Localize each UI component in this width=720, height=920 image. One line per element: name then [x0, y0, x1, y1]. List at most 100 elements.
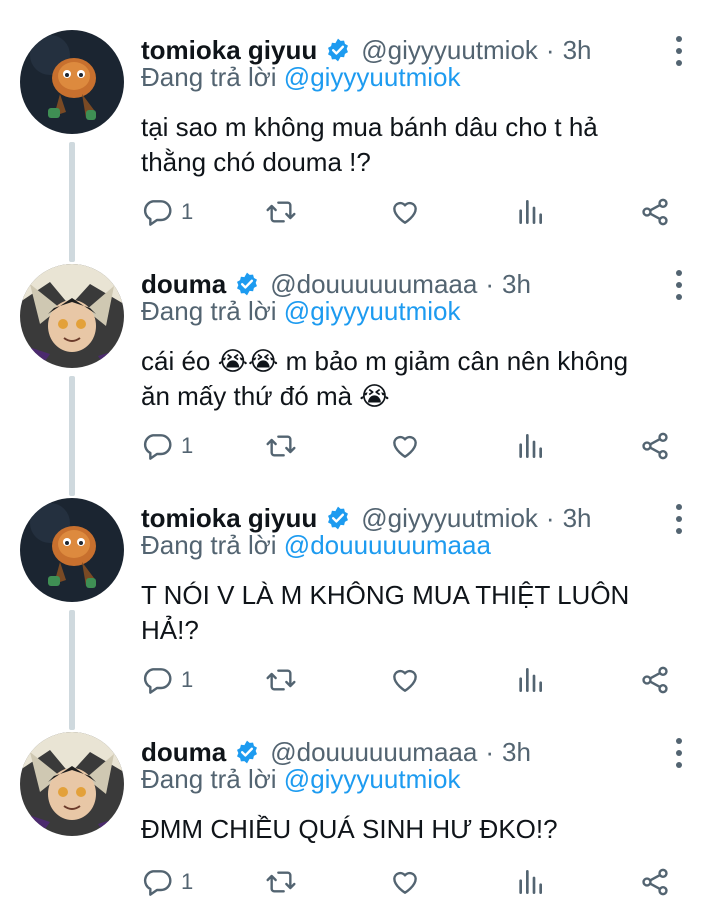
tweet-text: ĐMM CHIỀU QUÁ SINH HƯ ĐKO!? [141, 814, 558, 844]
separator-dot: · [545, 502, 555, 533]
reply-button[interactable]: 1 [141, 866, 193, 898]
retweet-button[interactable] [265, 866, 297, 898]
tweet-text-part: cái éo [141, 346, 218, 376]
verified-badge-icon [234, 739, 260, 765]
separator-dot: · [485, 736, 495, 767]
reply-mention[interactable]: @giyyyuutmiok [284, 62, 461, 92]
crying-emoji: 😭 [359, 381, 390, 411]
replying-prefix: Đang trả lời [141, 530, 277, 560]
tweet-text: cái éo 😭😭 m bảo m giảm cân nên không ăn … [141, 344, 681, 414]
tweet[interactable]: douma @douuuuuumaaa · 3h Đang trả lời @g… [0, 732, 720, 920]
avatar[interactable] [20, 498, 124, 602]
tweet-text: T NÓI V LÀ M KHÔNG MUA THIỆT LUÔN HẢ!? [141, 580, 630, 645]
more-icon[interactable] [672, 36, 686, 66]
views-icon [514, 430, 546, 462]
retweet-icon [265, 430, 297, 462]
timestamp[interactable]: 3h [563, 503, 592, 534]
display-name[interactable]: douma [141, 269, 226, 300]
user-handle[interactable]: @douuuuuumaaa [270, 269, 477, 300]
views-button[interactable] [514, 196, 546, 228]
separator-dot: · [545, 34, 555, 65]
avatar[interactable] [20, 732, 124, 836]
reply-icon [141, 430, 173, 462]
like-icon [389, 664, 421, 696]
action-bar: 1 [141, 430, 681, 470]
share-button[interactable] [639, 196, 671, 228]
more-icon[interactable] [672, 270, 686, 300]
action-bar: 1 [141, 664, 681, 704]
views-icon [514, 664, 546, 696]
giyuu-avatar-icon [20, 30, 124, 134]
retweet-icon [265, 664, 297, 696]
share-icon [639, 664, 671, 696]
like-button[interactable] [389, 664, 421, 696]
reply-mention[interactable]: @douuuuuumaaa [284, 530, 491, 560]
views-button[interactable] [514, 430, 546, 462]
retweet-button[interactable] [265, 196, 297, 228]
retweet-icon [265, 196, 297, 228]
display-name[interactable]: tomioka giyuu [141, 35, 317, 66]
timestamp[interactable]: 3h [563, 35, 592, 66]
views-button[interactable] [514, 664, 546, 696]
reply-mention[interactable]: @giyyyuutmiok [284, 764, 461, 794]
retweet-button[interactable] [265, 664, 297, 696]
display-name[interactable]: tomioka giyuu [141, 503, 317, 534]
user-handle[interactable]: @giyyyuutmiok [361, 503, 538, 534]
reply-button[interactable]: 1 [141, 196, 193, 228]
reply-mention[interactable]: @giyyyuutmiok [284, 296, 461, 326]
like-button[interactable] [389, 430, 421, 462]
share-button[interactable] [639, 866, 671, 898]
verified-badge-icon [325, 505, 351, 531]
reply-count: 1 [181, 667, 194, 692]
like-icon [389, 430, 421, 462]
reply-button[interactable]: 1 [141, 430, 193, 462]
crying-emoji: 😭😭 [217, 346, 279, 376]
avatar[interactable] [20, 30, 124, 134]
replying-prefix: Đang trả lời [141, 764, 277, 794]
reply-count: 1 [181, 433, 194, 458]
like-icon [389, 866, 421, 898]
user-handle[interactable]: @douuuuuumaaa [270, 737, 477, 768]
share-button[interactable] [639, 664, 671, 696]
verified-badge-icon [325, 37, 351, 63]
display-name[interactable]: douma [141, 737, 226, 768]
replying-prefix: Đang trả lời [141, 296, 277, 326]
giyuu-avatar-icon [20, 498, 124, 602]
tweet-text: tại sao m không mua bánh dâu cho t hả th… [141, 112, 598, 177]
more-icon[interactable] [672, 738, 686, 768]
user-handle[interactable]: @giyyyuutmiok [361, 35, 538, 66]
retweet-button[interactable] [265, 430, 297, 462]
views-icon [514, 196, 546, 228]
tweet[interactable]: tomioka giyuu @giyyyuutmiok · 3h Đang tr… [0, 30, 720, 260]
retweet-icon [265, 866, 297, 898]
views-button[interactable] [514, 866, 546, 898]
action-bar: 1 [141, 866, 681, 906]
douma-avatar-icon [20, 264, 124, 368]
reply-icon [141, 866, 173, 898]
share-icon [639, 430, 671, 462]
timestamp[interactable]: 3h [502, 737, 531, 768]
share-icon [639, 866, 671, 898]
replying-prefix: Đang trả lời [141, 62, 277, 92]
separator-dot: · [485, 268, 495, 299]
reply-icon [141, 196, 173, 228]
action-bar: 1 [141, 196, 681, 236]
share-icon [639, 196, 671, 228]
replying-to: Đang trả lời @giyyyuutmiok [141, 62, 460, 93]
replying-to: Đang trả lời @giyyyuutmiok [141, 764, 460, 795]
douma-avatar-icon [20, 732, 124, 836]
verified-badge-icon [234, 271, 260, 297]
tweet[interactable]: douma @douuuuuumaaa · 3h Đang trả lời @g… [0, 264, 720, 494]
tweet[interactable]: tomioka giyuu @giyyyuutmiok · 3h Đang tr… [0, 498, 720, 728]
reply-button[interactable]: 1 [141, 664, 193, 696]
avatar[interactable] [20, 264, 124, 368]
reply-count: 1 [181, 199, 194, 224]
share-button[interactable] [639, 430, 671, 462]
reply-icon [141, 664, 173, 696]
more-icon[interactable] [672, 504, 686, 534]
timestamp[interactable]: 3h [502, 269, 531, 300]
like-button[interactable] [389, 866, 421, 898]
reply-count: 1 [181, 869, 194, 894]
like-button[interactable] [389, 196, 421, 228]
replying-to: Đang trả lời @douuuuuumaaa [141, 530, 491, 561]
